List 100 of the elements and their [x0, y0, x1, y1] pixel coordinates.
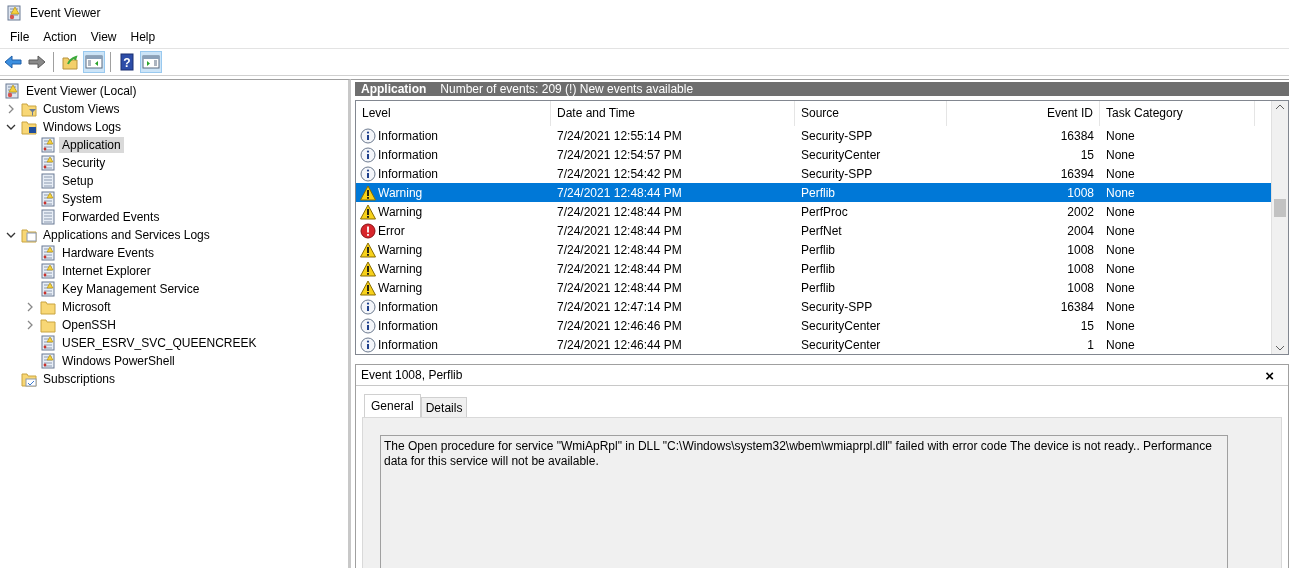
menu-item[interactable]: View: [83, 28, 124, 46]
tree-item[interactable]: Applications and Services Logs: [40, 227, 213, 243]
table-cell: Warning: [378, 261, 423, 276]
tree-item[interactable]: Custom Views: [40, 101, 123, 117]
table-cell: 15: [1080, 318, 1094, 333]
table-cell: None: [1106, 318, 1135, 333]
table-cell: 7/24/2021 12:54:42 PM: [557, 166, 682, 181]
table-cell: 16384: [1060, 128, 1094, 143]
tree-item[interactable]: Microsoft: [59, 299, 114, 315]
event-row[interactable]: Warning 7/24/2021 12:48:44 PM Perflib 1008 None: [356, 183, 1271, 202]
table-cell: Perflib: [801, 242, 835, 257]
toolbar-button[interactable]: [140, 51, 162, 73]
toolbar-button[interactable]: ?: [116, 51, 138, 73]
event-row[interactable]: Warning 7/24/2021 12:48:44 PM Perflib 1008 None: [356, 259, 1271, 278]
log-icon: [40, 137, 56, 153]
close-button[interactable]: ×: [1261, 366, 1278, 384]
forward-arrow-icon: [28, 53, 46, 71]
tree-item[interactable]: Hardware Events: [59, 245, 158, 261]
table-cell: 2004: [1067, 223, 1094, 238]
table-cell: SecurityCenter: [801, 318, 881, 333]
table-cell: Error: [378, 223, 405, 238]
table-cell: None: [1106, 223, 1135, 238]
event-count: Number of events: 209 (!) New events available: [440, 82, 694, 96]
event-message: The Open procedure for service "WmiApRpl" in DLL "C:\Windows\system32\wbem\wmiaprpl.dll" failed with error code The device is not ready.. Performance data for this service will not be available.: [380, 435, 1228, 568]
subscription-icon: [21, 371, 37, 387]
log-icon: [40, 245, 56, 261]
table-cell: 16384: [1060, 299, 1094, 314]
column-header[interactable]: Task Category: [1100, 101, 1255, 126]
table-cell: Warning: [378, 185, 423, 200]
table-cell: 7/24/2021 12:46:44 PM: [557, 337, 682, 352]
table-cell: None: [1106, 185, 1135, 200]
table-cell: 1008: [1067, 242, 1094, 257]
info-icon: [360, 298, 376, 315]
back-arrow-icon: [4, 53, 22, 71]
menu-item[interactable]: File: [3, 28, 37, 46]
toolbar-button[interactable]: [83, 51, 105, 73]
event-row[interactable]: Information 7/24/2021 12:46:44 PM SecurityCenter 1 None: [356, 335, 1271, 354]
table-cell: Information: [378, 166, 439, 181]
event-row[interactable]: Information 7/24/2021 12:46:46 PM SecurityCenter 15 None: [356, 316, 1271, 335]
tree-item[interactable]: Key Management Service: [59, 281, 203, 297]
table-cell: PerfNet: [801, 223, 842, 238]
info-icon: [360, 317, 376, 334]
error-icon: [360, 222, 376, 239]
table-cell: Perflib: [801, 261, 835, 276]
tree-item[interactable]: Internet Explorer: [59, 263, 154, 279]
table-cell: None: [1106, 337, 1135, 352]
column-header[interactable]: Event ID: [947, 101, 1100, 126]
table-cell: 7/24/2021 12:48:44 PM: [557, 242, 682, 257]
log-icon: [40, 173, 56, 189]
event-row[interactable]: Information 7/24/2021 12:55:14 PM Security-SPP 16384 None: [356, 126, 1271, 145]
tree-item[interactable]: System: [59, 191, 105, 207]
tree-item[interactable]: OpenSSH: [59, 317, 120, 333]
table-cell: 7/24/2021 12:55:14 PM: [557, 128, 682, 143]
event-row[interactable]: Warning 7/24/2021 12:48:44 PM Perflib 1008 None: [356, 240, 1271, 259]
tree-item[interactable]: Subscriptions: [40, 371, 119, 387]
tree-item[interactable]: Setup: [59, 173, 97, 189]
show-pane-icon: [142, 53, 160, 71]
scroll-up-icon[interactable]: [1275, 103, 1285, 111]
tab[interactable]: General: [364, 394, 421, 417]
scroll-down-icon[interactable]: [1275, 344, 1285, 352]
table-cell: 7/24/2021 12:48:44 PM: [557, 185, 682, 200]
table-cell: 7/24/2021 12:48:44 PM: [557, 223, 682, 238]
table-cell: None: [1106, 261, 1135, 276]
event-row[interactable]: Error 7/24/2021 12:48:44 PM PerfNet 2004 None: [356, 221, 1271, 240]
table-cell: 1008: [1067, 261, 1094, 276]
event-row[interactable]: Information 7/24/2021 12:54:42 PM Security-SPP 16394 None: [356, 164, 1271, 183]
log-icon: [40, 263, 56, 279]
log-icon: [40, 335, 56, 351]
tree-item[interactable]: Security: [59, 155, 109, 171]
log-icon: [40, 209, 56, 225]
table-cell: None: [1106, 128, 1135, 143]
table-cell: Perflib: [801, 185, 835, 200]
table-cell: Security-SPP: [801, 299, 873, 314]
column-header[interactable]: Level: [356, 101, 551, 126]
event-title: Event 1008, Perflib: [361, 368, 463, 382]
table-cell: 7/24/2021 12:48:44 PM: [557, 261, 682, 276]
tree-item[interactable]: USER_ESRV_SVC_QUEENCREEK: [59, 335, 260, 351]
table-cell: Information: [378, 147, 439, 162]
tree-item[interactable]: Windows Logs: [40, 119, 125, 135]
event-row[interactable]: Information 7/24/2021 12:54:57 PM SecurityCenter 15 None: [356, 145, 1271, 164]
menu-item[interactable]: Help: [123, 28, 163, 46]
event-row[interactable]: Warning 7/24/2021 12:48:44 PM Perflib 1008 None: [356, 278, 1271, 297]
event-row[interactable]: Information 7/24/2021 12:47:14 PM Security-SPP 16384 None: [356, 297, 1271, 316]
tree-item[interactable]: Forwarded Events: [59, 209, 163, 225]
tree-item[interactable]: Application: [59, 137, 124, 153]
table-cell: None: [1106, 299, 1135, 314]
table-cell: 7/24/2021 12:47:14 PM: [557, 299, 682, 314]
table-cell: PerfProc: [801, 204, 848, 219]
table-cell: Perflib: [801, 280, 835, 295]
tab[interactable]: Details: [420, 397, 468, 417]
menu-item[interactable]: Action: [36, 28, 84, 46]
filter-folder-icon: [21, 101, 37, 117]
tree-item[interactable]: Windows PowerShell: [59, 353, 178, 369]
event-row[interactable]: Warning 7/24/2021 12:48:44 PM PerfProc 2002 None: [356, 202, 1271, 221]
column-header[interactable]: Source: [795, 101, 947, 126]
log-icon: [4, 83, 20, 99]
folder-icon: [21, 119, 37, 135]
column-header[interactable]: Date and Time: [551, 101, 795, 126]
scrollbar-thumb[interactable]: [1274, 198, 1286, 217]
tree-item[interactable]: Event Viewer (Local): [23, 83, 140, 99]
